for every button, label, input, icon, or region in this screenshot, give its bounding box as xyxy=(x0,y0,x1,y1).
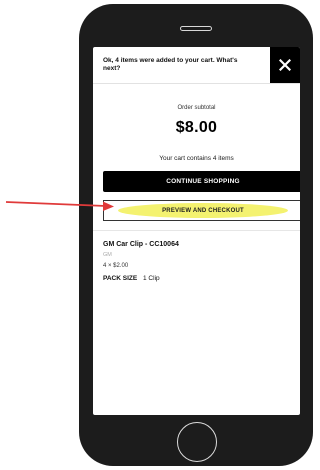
pack-size-value: 1 Clip xyxy=(143,275,160,282)
add-to-cart-modal: Ok, 4 items were added to your cart. Wha… xyxy=(93,47,300,415)
modal-header: Ok, 4 items were added to your cart. Wha… xyxy=(93,47,300,84)
close-button[interactable] xyxy=(270,47,300,83)
checkout-button-label: PREVIEW AND CHECKOUT xyxy=(162,207,244,214)
subtotal-value: $8.00 xyxy=(175,119,218,136)
preview-and-checkout-button[interactable]: PREVIEW AND CHECKOUT xyxy=(103,200,300,221)
product-brand: GM xyxy=(103,252,112,258)
continue-shopping-button[interactable]: CONTINUE SHOPPING xyxy=(103,171,300,192)
product-quantity-price: 4 × $2.00 xyxy=(103,263,129,269)
phone-frame: Ok, 4 items were added to your cart. Wha… xyxy=(79,4,313,466)
close-icon xyxy=(279,59,291,71)
home-button[interactable] xyxy=(177,422,217,462)
pack-size-row: PACK SIZE 1 Clip xyxy=(103,275,293,282)
product-name[interactable]: GM Car Clip - CC10064 xyxy=(103,240,293,249)
cart-count-text: Your cart contains 4 items xyxy=(159,155,234,162)
phone-speaker xyxy=(180,26,212,31)
cart-product: GM Car Clip - CC10064 GM 4 × $2.00 PACK … xyxy=(103,240,293,282)
subtotal-label: Order subtotal xyxy=(177,105,216,111)
header-message: Ok, 4 items were added to your cart. Wha… xyxy=(103,57,238,72)
divider xyxy=(93,230,300,231)
pack-size-label: PACK SIZE xyxy=(103,275,138,282)
